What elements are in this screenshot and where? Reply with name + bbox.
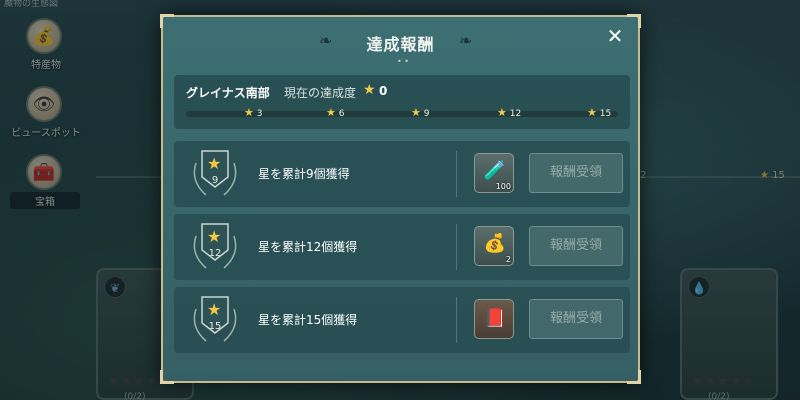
row-divider <box>456 151 457 197</box>
leaf-ornament-icon: ❧ <box>459 31 473 50</box>
milestone-marker: ★ 6 <box>326 106 345 119</box>
row-divider <box>456 224 457 270</box>
dialog-title: 達成報酬 <box>366 35 435 54</box>
gold-coins-icon: 💰 <box>483 233 507 254</box>
dialog-header: ❧ 達成報酬 ❧ • • ✕ <box>163 17 638 66</box>
star-icon: ★ <box>326 106 336 119</box>
reward-quantity: 2 <box>505 255 511 264</box>
badge-number: 15 <box>208 321 222 332</box>
potion-icon: 🧪 <box>483 160 507 181</box>
badge-number: 9 <box>211 175 219 186</box>
recipe-book-icon: 📕 <box>483 308 507 329</box>
reward-description: 星を累計15個獲得 <box>258 313 358 327</box>
claim-reward-button[interactable]: 報酬受領 <box>529 299 623 339</box>
reward-description: 星を累計12個獲得 <box>258 240 358 254</box>
milestone-marker: ★ 12 <box>497 106 522 119</box>
row-divider <box>456 297 457 343</box>
close-button[interactable]: ✕ <box>604 25 626 47</box>
star-icon: ★ <box>497 106 507 119</box>
claim-reward-button[interactable]: 報酬受領 <box>529 226 623 266</box>
reward-item[interactable]: 📕 <box>474 299 514 339</box>
frame-corner <box>627 370 641 384</box>
reward-item[interactable]: 🧪 100 <box>474 153 514 193</box>
reward-item[interactable]: 💰 2 <box>474 226 514 266</box>
star-icon: ★ <box>411 106 421 119</box>
star-badge: ★ 12 <box>188 220 242 276</box>
star-icon: ★ <box>363 82 376 98</box>
star-icon: ★ <box>207 227 222 246</box>
reward-row: ★ 15 星を累計15個獲得 📕 報酬受領 <box>174 287 630 353</box>
milestone-marker: ★ 9 <box>411 106 430 119</box>
badge-number: 12 <box>208 248 222 259</box>
reward-row: ★ 9 星を累計9個獲得 🧪 100 報酬受領 <box>174 141 630 207</box>
star-badge: ★ 15 <box>188 293 242 349</box>
star-icon: ★ <box>207 154 222 173</box>
star-badge: ★ 9 <box>188 147 242 203</box>
star-icon: ★ <box>587 106 597 119</box>
milestone-marker: ★ 15 <box>587 106 612 119</box>
title-divider-dots: • • <box>397 57 409 66</box>
reward-row: ★ 12 星を累計12個獲得 💰 2 報酬受領 <box>174 214 630 280</box>
frame-corner <box>160 370 174 384</box>
claim-reward-button[interactable]: 報酬受領 <box>529 153 623 193</box>
current-progress-value: 0 <box>379 84 388 98</box>
milestone-marker: ★ 3 <box>244 106 263 119</box>
current-progress-label: 現在の達成度 <box>284 86 357 100</box>
reward-quantity: 100 <box>495 182 511 191</box>
star-icon: ★ <box>244 106 254 119</box>
achievement-progress-panel: グレイナス南部 現在の達成度 ★ 0 ★ 3 ★ 6 ★ 9 ★ 12 ★ 15 <box>174 75 630 129</box>
achievement-reward-dialog: ❧ 達成報酬 ❧ • • ✕ グレイナス南部 現在の達成度 ★ 0 ★ 3 ★ … <box>160 14 641 384</box>
region-name: グレイナス南部 <box>186 86 270 100</box>
star-icon: ★ <box>207 300 222 319</box>
reward-description: 星を累計9個獲得 <box>258 167 350 181</box>
